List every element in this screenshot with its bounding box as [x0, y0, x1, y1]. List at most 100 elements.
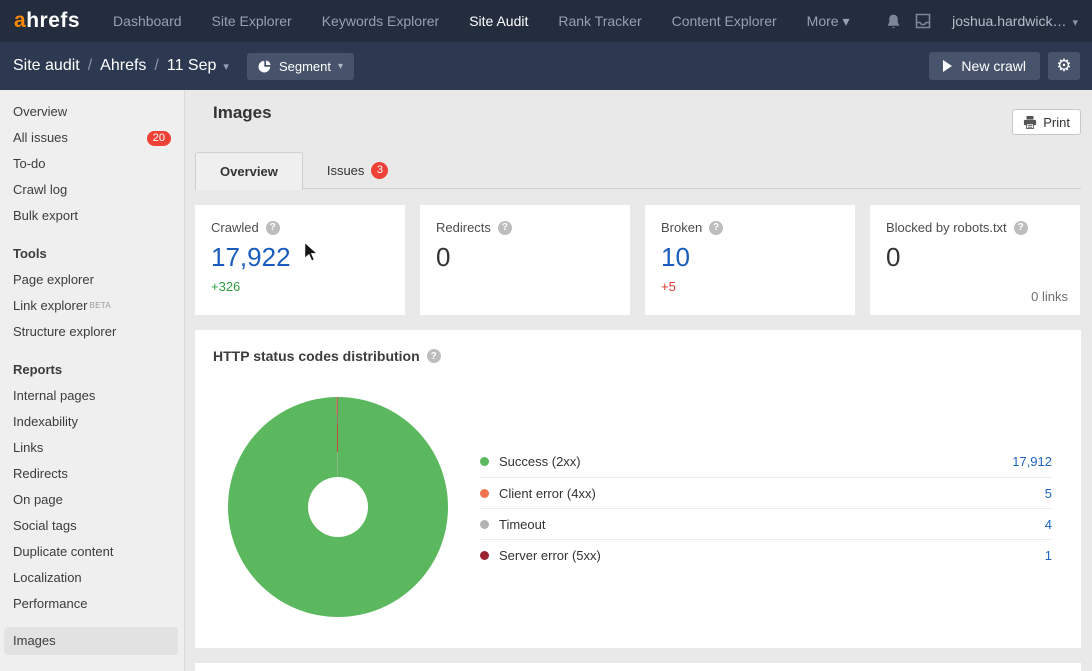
ahrefs-logo[interactable]: ahrefs [14, 9, 80, 33]
user-account-menu[interactable]: joshua.hardwick… ▾ [952, 13, 1078, 29]
sidebar-item-on-page[interactable]: On page [0, 487, 184, 513]
card-broken-label: Broken [661, 220, 702, 235]
legend-row-client-error[interactable]: Client error (4xx) 5 [480, 477, 1052, 508]
sidebar: Overview All issues 20 To-do Crawl log B… [0, 90, 185, 671]
breadcrumb-project[interactable]: Ahrefs [100, 57, 146, 75]
legend-value-success[interactable]: 17,912 [1012, 454, 1052, 469]
legend-row-server-error[interactable]: Server error (5xx) 1 [480, 539, 1052, 570]
help-icon[interactable]: ? [498, 221, 512, 235]
sidebar-item-to-do[interactable]: To-do [0, 151, 184, 177]
page-header: Images Print [195, 90, 1081, 142]
sidebar-item-redirects[interactable]: Redirects [0, 461, 184, 487]
print-button[interactable]: Print [1012, 109, 1081, 135]
top-navigation: ahrefs Dashboard Site Explorer Keywords … [0, 0, 1092, 42]
tab-issues[interactable]: Issues 3 [303, 152, 413, 188]
legend-dot-server-error [480, 551, 489, 560]
segment-pie-icon [258, 59, 272, 73]
sidebar-item-duplicate-content[interactable]: Duplicate content [0, 539, 184, 565]
sidebar-item-overview[interactable]: Overview [0, 99, 184, 125]
printer-icon [1023, 116, 1037, 129]
card-crawled-value[interactable]: 17,922 [211, 242, 389, 273]
help-icon[interactable]: ? [1014, 221, 1028, 235]
help-icon[interactable]: ? [266, 221, 280, 235]
breadcrumb-site-audit[interactable]: Site audit [13, 57, 80, 75]
http-status-title: HTTP status codes distribution [213, 348, 420, 364]
new-crawl-label: New crawl [961, 58, 1026, 74]
topnav-rank-tracker[interactable]: Rank Tracker [543, 0, 656, 42]
card-blocked-links-footer: 0 links [1031, 289, 1068, 304]
legend-dot-timeout [480, 520, 489, 529]
sidebar-item-indexability[interactable]: Indexability [0, 409, 184, 435]
sidebar-item-links[interactable]: Links [0, 435, 184, 461]
sidebar-item-internal-pages[interactable]: Internal pages [0, 383, 184, 409]
sidebar-item-all-issues[interactable]: All issues 20 [0, 125, 184, 151]
tab-bar: Overview Issues 3 [195, 152, 1081, 189]
sidebar-item-images[interactable]: Images [4, 627, 178, 655]
topnav-menu: Dashboard Site Explorer Keywords Explore… [98, 0, 864, 42]
notifications-bell-icon[interactable] [878, 6, 908, 36]
issues-count-badge: 20 [147, 131, 171, 146]
card-crawled-label: Crawled [211, 220, 259, 235]
status-donut-chart[interactable] [228, 397, 448, 617]
chevron-down-icon: ▾ [1072, 17, 1078, 29]
topnav-more[interactable]: More ▾ [792, 0, 865, 42]
new-crawl-button[interactable]: New crawl [929, 52, 1040, 80]
card-broken: Broken? 10 +5 [645, 205, 855, 315]
legend-row-timeout[interactable]: Timeout 4 [480, 508, 1052, 539]
status-legend: Success (2xx) 17,912 Client error (4xx) … [480, 446, 1052, 570]
topnav-dashboard[interactable]: Dashboard [98, 0, 197, 42]
sidebar-item-bulk-export[interactable]: Bulk export [0, 203, 184, 229]
chevron-down-icon: ▾ [338, 61, 343, 72]
card-blocked-value: 0 [886, 242, 1064, 273]
card-crawled-delta: +326 [211, 279, 389, 294]
chevron-down-icon[interactable]: ▾ [223, 60, 229, 73]
donut-hole [308, 477, 368, 537]
card-broken-value[interactable]: 10 [661, 242, 839, 273]
sidebar-item-structure-explorer[interactable]: Structure explorer [0, 319, 184, 345]
sidebar-header-tools: Tools [0, 241, 184, 267]
segment-label: Segment [279, 59, 331, 74]
tab-overview[interactable]: Overview [195, 152, 303, 190]
topnav-site-explorer[interactable]: Site Explorer [197, 0, 307, 42]
page-title: Images [213, 103, 272, 123]
sidebar-item-crawl-log[interactable]: Crawl log [0, 177, 184, 203]
card-redirects: Redirects? 0 [420, 205, 630, 315]
sidebar-item-social-tags[interactable]: Social tags [0, 513, 184, 539]
card-redirects-value: 0 [436, 242, 614, 273]
project-toolbar: Site audit / Ahrefs / 11 Sep ▾ Segment ▾… [0, 42, 1092, 90]
legend-value-client-error[interactable]: 5 [1045, 486, 1052, 501]
legend-value-server-error[interactable]: 1 [1045, 548, 1052, 563]
legend-dot-client-error [480, 489, 489, 498]
topnav-right: joshua.hardwick… ▾ [878, 6, 1078, 36]
help-icon[interactable]: ? [709, 221, 723, 235]
breadcrumb-crawl-date[interactable]: 11 Sep [167, 57, 217, 75]
topnav-keywords-explorer[interactable]: Keywords Explorer [307, 0, 455, 42]
topnav-site-audit[interactable]: Site Audit [454, 0, 543, 42]
inbox-tray-icon[interactable] [908, 6, 938, 36]
breadcrumb-separator: / [154, 57, 158, 75]
next-card-partial [195, 663, 1081, 671]
breadcrumb: Site audit / Ahrefs / 11 Sep ▾ [13, 57, 229, 75]
card-blocked-robots: Blocked by robots.txt? 0 0 links [870, 205, 1080, 315]
gear-icon: ⚙ [1056, 56, 1071, 76]
card-redirects-label: Redirects [436, 220, 491, 235]
sidebar-item-localization[interactable]: Localization [0, 565, 184, 591]
legend-value-timeout[interactable]: 4 [1045, 517, 1052, 532]
help-icon[interactable]: ? [427, 349, 441, 363]
stat-cards-row: Crawled? 17,922 +326 Redirects? 0 Broken… [195, 205, 1081, 315]
legend-dot-success [480, 457, 489, 466]
card-blocked-label: Blocked by robots.txt [886, 220, 1007, 235]
legend-row-success[interactable]: Success (2xx) 17,912 [480, 446, 1052, 477]
sidebar-item-page-explorer[interactable]: Page explorer [0, 267, 184, 293]
beta-tag: BETA [89, 293, 111, 319]
user-name: joshua.hardwick… [952, 13, 1066, 29]
topnav-content-explorer[interactable]: Content Explorer [657, 0, 792, 42]
segment-button[interactable]: Segment ▾ [247, 53, 354, 80]
main-content: Images Print Overview Issues 3 Crawled? … [186, 90, 1092, 671]
play-icon [943, 60, 952, 72]
card-crawled: Crawled? 17,922 +326 [195, 205, 405, 315]
settings-gear-button[interactable]: ⚙ [1048, 52, 1080, 80]
sidebar-item-performance[interactable]: Performance [0, 591, 184, 617]
breadcrumb-separator: / [88, 57, 92, 75]
sidebar-item-link-explorer[interactable]: Link explorer BETA [0, 293, 184, 319]
